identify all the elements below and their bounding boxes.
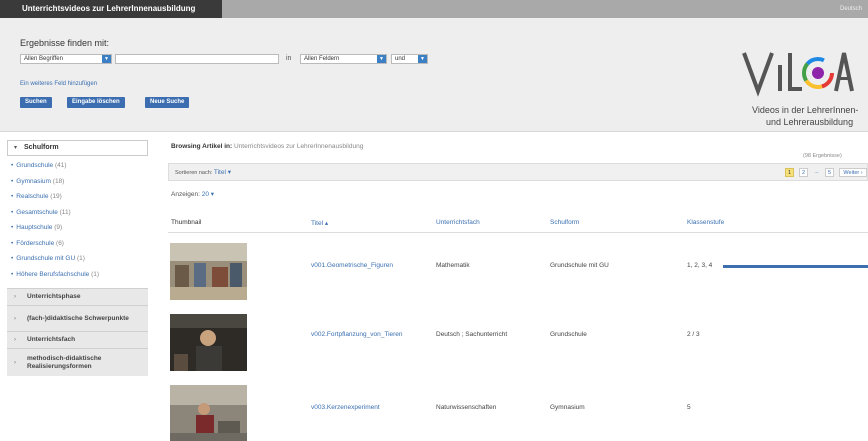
vileta-logo[interactable]: Videos in der LehrerInnen- und Lehreraus…: [736, 39, 868, 139]
facet-realisierungsformen[interactable]: › methodisch-didaktische Realisierungsfo…: [7, 348, 148, 376]
row-grade: 5: [687, 404, 691, 411]
header-divider: [168, 232, 868, 233]
facet-title: Schulform: [24, 144, 59, 151]
bullet-icon: •: [11, 177, 14, 185]
facet-unterrichtsphase[interactable]: › Unterrichtsphase: [7, 288, 148, 305]
results-count: (98 Ergebnisse): [803, 153, 842, 159]
next-page-button[interactable]: Weiter ›: [839, 168, 867, 177]
row-subject: Deutsch ; Sachunterricht: [436, 331, 508, 338]
row-school: Grundschule mit GU: [550, 262, 609, 269]
facet-item[interactable]: • Förderschule (6): [7, 236, 148, 252]
sort-control: Sortieren nach: Titel ▾: [175, 169, 231, 176]
bullet-icon: •: [11, 255, 14, 262]
row-school: Gymnasium: [550, 404, 585, 411]
facet-item[interactable]: • Hauptschule (9): [7, 220, 148, 236]
logo-tagline-2: und Lehrerausbildung: [766, 117, 854, 127]
operator-select[interactable]: und ▼: [391, 54, 428, 64]
logo-tagline-1: Videos in der LehrerInnen-: [752, 105, 859, 115]
row-grade: 2 / 3: [687, 331, 700, 338]
facet-unterrichtsfach[interactable]: › Unterrichtsfach: [7, 331, 148, 348]
row-subject: Naturwissenschaften: [436, 404, 497, 411]
new-search-button[interactable]: Neue Suche: [145, 97, 190, 108]
show-count-control: Anzeigen: 20 ▾: [171, 191, 215, 198]
page-last[interactable]: 5: [825, 168, 834, 177]
clear-input-button[interactable]: Eingabe löschen: [67, 97, 125, 108]
search-heading: Ergebnisse finden mit:: [20, 38, 110, 48]
facet-sidebar: ▾ Schulform • Grundschule (41) • Gymnasium…: [7, 140, 148, 376]
language-selector[interactable]: Deutsch: [840, 0, 862, 18]
sort-bar: Sortieren nach: Titel ▾ 1 2 ... 5 Weiter…: [168, 163, 868, 181]
chevron-down-icon: ▼: [418, 55, 427, 63]
facet-item[interactable]: • Gesamtschule (11): [7, 205, 148, 221]
show-count-select[interactable]: 20 ▾: [202, 191, 214, 198]
facet-item[interactable]: • Grundschule (41): [7, 158, 148, 174]
term-type-value: Allen Begriffen: [24, 56, 63, 62]
col-grade[interactable]: Klassenstufe: [687, 219, 724, 226]
search-input[interactable]: [115, 54, 279, 64]
bullet-icon: •: [11, 239, 14, 247]
logo-wordmark-icon: [742, 52, 854, 97]
row-indicator-bar: [723, 265, 868, 268]
col-title[interactable]: Titel ▴: [311, 219, 328, 227]
col-subject[interactable]: Unterrichtsfach: [436, 219, 480, 226]
bullet-icon: •: [11, 270, 14, 278]
field-select[interactable]: Allen Feldern ▼: [300, 54, 387, 64]
collection-link[interactable]: Unterrichtsvideos zur LehrerInnenausbild…: [234, 143, 363, 150]
row-subject: Mathematik: [436, 262, 470, 269]
top-bar: Unterrichtsvideos zur LehrerInnenausbild…: [0, 0, 868, 18]
chevron-right-icon: ›: [14, 315, 16, 322]
col-thumbnail: Thumbnail: [171, 219, 202, 226]
row-title-link[interactable]: v003.Kerzenexperiment: [311, 404, 380, 411]
facet-didaktische-schwerpunkte[interactable]: › (fach-)didaktische Schwerpunkte: [7, 305, 148, 331]
bullet-icon: •: [11, 224, 14, 231]
row-school: Grundschule: [550, 331, 587, 338]
row-title-link[interactable]: v001.Geometrische_Figuren: [311, 262, 393, 269]
chevron-right-icon: ›: [14, 294, 16, 300]
facet-schulform[interactable]: ▾ Schulform: [7, 140, 148, 156]
video-thumbnail[interactable]: [170, 385, 247, 441]
col-school[interactable]: Schulform: [550, 219, 579, 226]
browse-breadcrumb: Browsing Artikel in: Unterrichtsvideos z…: [171, 143, 364, 150]
page-ellipsis: ...: [814, 169, 819, 175]
facet-item[interactable]: • Gymnasium (18): [7, 174, 148, 190]
row-title-link[interactable]: v002.Fortpflanzung_von_Tieren: [311, 331, 403, 338]
bullet-icon: •: [11, 193, 14, 200]
add-field-link[interactable]: Ein weiteres Feld hinzufügen: [20, 81, 97, 87]
sort-select[interactable]: Titel ▾: [214, 169, 231, 176]
row-grade: 1, 2, 3, 4: [687, 262, 713, 269]
facet-item[interactable]: • Höhere Berufsfachschule (1): [7, 267, 148, 283]
search-panel: Ergebnisse finden mit: Allen Begriffen ▼…: [0, 18, 868, 132]
bullet-icon: •: [11, 208, 14, 216]
bullet-icon: •: [11, 162, 14, 169]
field-value: Allen Feldern: [304, 56, 340, 62]
video-thumbnail[interactable]: [170, 243, 247, 300]
in-label: in: [286, 55, 292, 62]
page-1[interactable]: 1: [785, 168, 794, 177]
search-button[interactable]: Suchen: [20, 97, 52, 108]
video-thumbnail[interactable]: [170, 314, 247, 371]
chevron-down-icon: ▼: [377, 55, 386, 63]
facet-item[interactable]: • Grundschule mit GU (1): [7, 251, 148, 267]
page-2[interactable]: 2: [799, 168, 808, 177]
site-title[interactable]: Unterrichtsvideos zur LehrerInnenausbild…: [0, 0, 222, 18]
operator-value: und: [395, 56, 406, 62]
facet-item[interactable]: • Realschule (19): [7, 189, 148, 205]
term-type-select[interactable]: Allen Begriffen ▼: [20, 54, 112, 64]
chevron-right-icon: ›: [14, 359, 16, 366]
chevron-down-icon: ▼: [102, 55, 111, 63]
chevron-down-icon: ▾: [14, 145, 18, 151]
chevron-right-icon: ›: [14, 337, 16, 343]
